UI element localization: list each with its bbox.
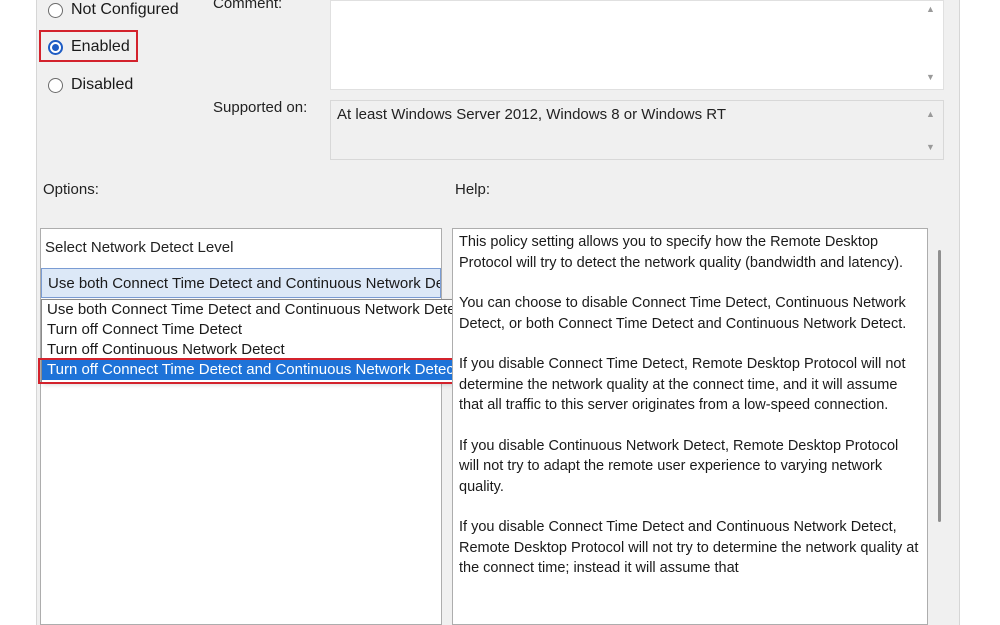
radio-circle-icon bbox=[48, 2, 63, 18]
supported-on-label: Supported on: bbox=[213, 99, 308, 116]
radio-not-configured-label: Not Configured bbox=[71, 1, 179, 18]
radio-disabled-label: Disabled bbox=[71, 76, 134, 93]
help-paragraph: If you disable Connect Time Detect and C… bbox=[459, 519, 919, 576]
network-detect-level-select[interactable]: Use both Connect Time Detect and Continu… bbox=[41, 268, 441, 298]
help-paragraph: If you disable Connect Time Detect, Remo… bbox=[459, 356, 906, 413]
radio-disabled[interactable]: Disabled bbox=[48, 76, 133, 94]
network-detect-level-label: Select Network Detect Level bbox=[45, 239, 234, 256]
radio-circle-icon bbox=[48, 77, 63, 93]
help-paragraph: If you disable Continuous Network Detect… bbox=[459, 437, 899, 495]
scroll-down-arrow-icon[interactable]: ▼ bbox=[926, 72, 935, 82]
scroll-down-arrow-icon[interactable]: ▼ bbox=[926, 142, 935, 152]
help-text: This policy setting allows you to specif… bbox=[459, 232, 921, 599]
options-heading: Options: bbox=[43, 181, 99, 198]
help-paragraph: This policy setting allows you to specif… bbox=[459, 234, 904, 271]
supported-on-value: At least Windows Server 2012, Windows 8 … bbox=[337, 106, 727, 123]
radio-checked-icon bbox=[48, 39, 63, 55]
help-scrollbar-thumb[interactable] bbox=[938, 250, 941, 522]
radio-not-configured[interactable]: Not Configured bbox=[48, 1, 179, 19]
radio-enabled[interactable]: Enabled bbox=[48, 38, 130, 56]
help-paragraph: You can choose to disable Connect Time D… bbox=[459, 295, 907, 332]
scroll-up-arrow-icon[interactable]: ▲ bbox=[926, 4, 935, 14]
comment-label: Comment: bbox=[213, 0, 283, 12]
scroll-up-arrow-icon[interactable]: ▲ bbox=[926, 109, 935, 119]
comment-textarea[interactable] bbox=[330, 0, 944, 90]
help-heading: Help: bbox=[455, 181, 491, 198]
radio-enabled-label: Enabled bbox=[71, 38, 130, 55]
